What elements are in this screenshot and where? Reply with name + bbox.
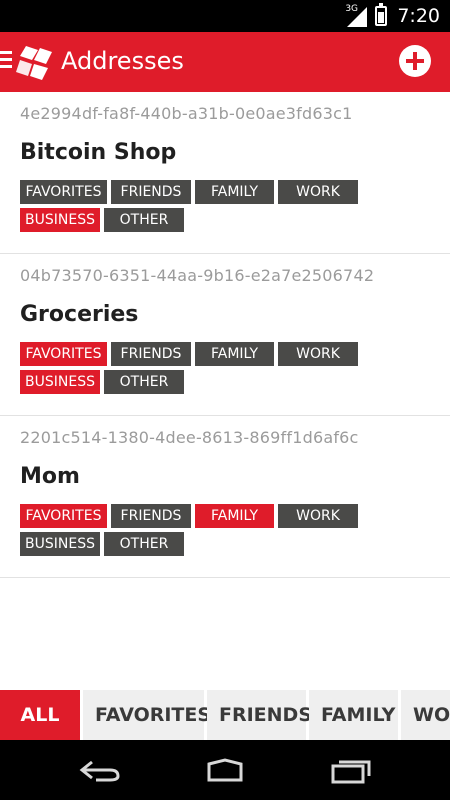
signal-icon: 3G <box>345 4 369 27</box>
add-address-icon[interactable] <box>399 45 431 77</box>
address-id: 04b73570-6351-44aa-9b16-e2a7e2506742 <box>20 266 375 285</box>
address-name: Groceries <box>20 302 139 327</box>
system-nav-bar <box>0 740 450 800</box>
address-entry[interactable]: 4e2994df-fa8f-440b-a31b-0e0ae3fd63c1 Bit… <box>0 92 450 254</box>
home-icon[interactable] <box>201 758 249 782</box>
tag-group: FAVORITES FRIENDS FAMILY WORK BUSINESS O… <box>20 180 365 232</box>
address-id: 4e2994df-fa8f-440b-a31b-0e0ae3fd63c1 <box>20 104 353 123</box>
battery-icon <box>375 3 388 26</box>
tag-work[interactable]: WORK <box>278 180 358 204</box>
status-bar: 3G 7:20 <box>0 0 450 32</box>
tag-other[interactable]: OTHER <box>104 532 184 556</box>
action-bar: Addresses <box>0 32 450 92</box>
filter-tab-favorites[interactable]: FAVORITES <box>83 690 211 740</box>
tag-business[interactable]: BUSINESS <box>20 208 100 232</box>
tag-business[interactable]: BUSINESS <box>20 370 100 394</box>
tag-work[interactable]: WORK <box>278 504 358 528</box>
clock: 7:20 <box>397 5 440 27</box>
filter-tab-friends[interactable]: FRIENDS <box>207 690 312 740</box>
app-logo[interactable] <box>16 42 56 82</box>
tag-favorites[interactable]: FAVORITES <box>20 180 107 204</box>
tag-work[interactable]: WORK <box>278 342 358 366</box>
tag-other[interactable]: OTHER <box>104 370 184 394</box>
tag-group: FAVORITES FRIENDS FAMILY WORK BUSINESS O… <box>20 342 365 394</box>
tag-friends[interactable]: FRIENDS <box>111 180 191 204</box>
tag-family[interactable]: FAMILY <box>195 504 274 528</box>
filter-tab-bar: ALL FAVORITES FRIENDS FAMILY WORK <box>0 690 450 740</box>
tag-friends[interactable]: FRIENDS <box>111 342 191 366</box>
tag-business[interactable]: BUSINESS <box>20 532 100 556</box>
status-icons: 3G 7:20 <box>345 3 440 28</box>
tag-family[interactable]: FAMILY <box>195 342 274 366</box>
tag-other[interactable]: OTHER <box>104 208 184 232</box>
filter-tab-family[interactable]: FAMILY <box>309 690 398 740</box>
tag-family[interactable]: FAMILY <box>195 180 274 204</box>
filter-tab-all[interactable]: ALL <box>0 690 80 740</box>
tag-favorites[interactable]: FAVORITES <box>20 342 107 366</box>
recent-apps-icon[interactable] <box>329 758 373 784</box>
tag-group: FAVORITES FRIENDS FAMILY WORK BUSINESS O… <box>20 504 365 556</box>
back-icon[interactable] <box>78 758 122 782</box>
address-list: 4e2994df-fa8f-440b-a31b-0e0ae3fd63c1 Bit… <box>0 92 450 578</box>
tag-favorites[interactable]: FAVORITES <box>20 504 107 528</box>
filter-tab-work[interactable]: WORK <box>401 690 450 740</box>
address-id: 2201c514-1380-4dee-8613-869ff1d6af6c <box>20 428 359 447</box>
hamburger-menu-icon[interactable] <box>0 51 12 73</box>
address-name: Bitcoin Shop <box>20 140 177 165</box>
page-title: Addresses <box>61 47 184 75</box>
address-entry[interactable]: 2201c514-1380-4dee-8613-869ff1d6af6c Mom… <box>0 416 450 578</box>
tag-friends[interactable]: FRIENDS <box>111 504 191 528</box>
address-name: Mom <box>20 464 80 489</box>
address-entry[interactable]: 04b73570-6351-44aa-9b16-e2a7e2506742 Gro… <box>0 254 450 416</box>
